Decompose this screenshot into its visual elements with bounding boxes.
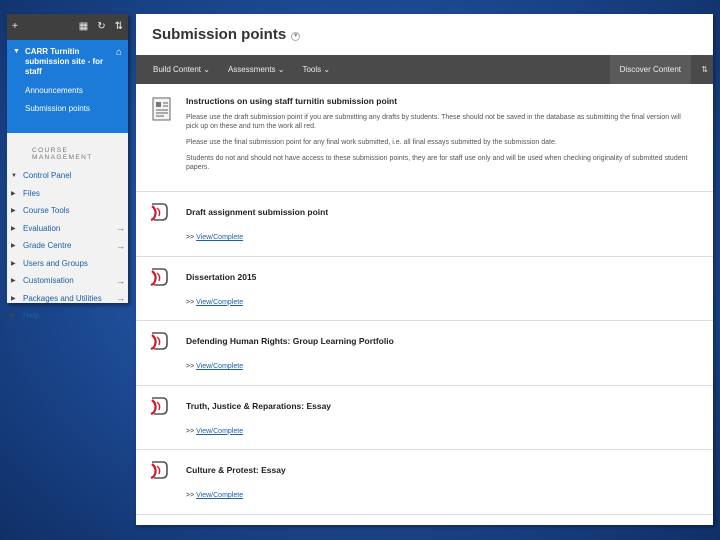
assignment-title[interactable]: Dissertation 2015 xyxy=(186,272,693,282)
assignment-title[interactable]: Truth, Justice & Reparations: Essay xyxy=(186,401,693,411)
caret-right-icon: ▶ xyxy=(11,243,16,250)
view-complete-row: >> View/Complete xyxy=(186,363,693,370)
item-title[interactable]: Instructions on using staff turnitin sub… xyxy=(186,96,693,106)
view-complete-row: >> View/Complete xyxy=(186,234,693,241)
item-description: Please use the final submission point fo… xyxy=(186,139,557,146)
assignment-list: Draft assignment submission point >> View… xyxy=(136,192,713,515)
assignment-title[interactable]: Culture & Protest: Essay xyxy=(186,465,693,475)
view-complete-row: >> View/Complete xyxy=(186,492,693,499)
page-title: Submission points xyxy=(152,26,287,43)
sort-icon[interactable]: ⇅ xyxy=(115,22,123,32)
caret-down-icon[interactable]: ▼ xyxy=(13,48,20,55)
home-icon[interactable]: ⌂ xyxy=(116,47,122,58)
assignment-title[interactable]: Defending Human Rights: Group Learning P… xyxy=(186,336,693,346)
sidebar-item-label: Evaluation xyxy=(23,223,61,233)
turnitin-icon xyxy=(150,267,168,286)
link-prefix: >> xyxy=(186,298,195,306)
view-complete-row: >> View/Complete xyxy=(186,299,693,306)
content-item: Instructions on using staff turnitin sub… xyxy=(136,84,713,192)
chevron-down-icon[interactable]: ▼ xyxy=(291,31,301,41)
arrow-right-icon: → xyxy=(116,240,125,251)
course-menu: + ▦ ↻ ⇅ ▼ CARR Turnitin submission site … xyxy=(7,14,128,320)
sidebar-item-label: Course Tools xyxy=(23,206,70,216)
tools-menu[interactable]: Tools ⌄ xyxy=(302,65,330,74)
assessments-menu[interactable]: Assessments ⌄ xyxy=(228,65,285,74)
document-icon xyxy=(152,97,171,121)
turnitin-icon xyxy=(150,461,168,480)
sidebar-item-label: Customisation xyxy=(23,276,74,286)
caret-right-icon: ▶ xyxy=(11,190,16,197)
link-prefix: >> xyxy=(186,234,195,241)
sidebar-item-help[interactable]: ▶ Help xyxy=(7,307,128,325)
caret-right-icon: ▶ xyxy=(11,313,16,320)
menu-link-announcements[interactable]: Announcements xyxy=(25,86,122,95)
arrow-right-icon: → xyxy=(116,223,125,234)
caret-down-icon: ▼ xyxy=(11,172,17,179)
caret-right-icon: ▶ xyxy=(11,208,16,215)
build-content-menu[interactable]: Build Content ⌄ xyxy=(153,65,210,74)
item-description: Please use the draft submission point if… xyxy=(186,114,681,130)
sidebar-item-label: Users and Groups xyxy=(23,258,88,268)
caret-right-icon: ▶ xyxy=(11,225,16,232)
action-bar: Build Content ⌄ Assessments ⌄ Tools ⌄ Di… xyxy=(136,55,713,84)
sidebar-item-files[interactable]: ▶ Files xyxy=(7,185,128,203)
arrow-right-icon: → xyxy=(116,293,125,304)
sidebar-item-label: Grade Centre xyxy=(23,241,72,251)
sidebar-item-evaluation[interactable]: ▶ Evaluation → xyxy=(7,220,128,238)
arrow-right-icon: → xyxy=(116,275,125,286)
caret-right-icon: ▶ xyxy=(11,295,16,302)
chevron-down-icon: ⌄ xyxy=(277,65,285,74)
view-complete-link[interactable]: View/Complete xyxy=(196,234,243,241)
menu-link-submission-points[interactable]: Submission points xyxy=(25,104,122,113)
assignment-item: Draft assignment submission point >> View… xyxy=(136,192,713,257)
link-prefix: >> xyxy=(186,427,195,435)
sidebar-item-grade-centre[interactable]: ▶ Grade Centre → xyxy=(7,237,128,255)
menu-toolbar: + ▦ ↻ ⇅ xyxy=(7,14,128,40)
assignment-title[interactable]: Draft assignment submission point xyxy=(186,207,693,217)
caret-right-icon: ▶ xyxy=(11,260,16,267)
content-list: Instructions on using staff turnitin sub… xyxy=(136,84,713,515)
sort-icon[interactable]: ⇅ xyxy=(701,65,708,74)
refresh-icon[interactable]: ↻ xyxy=(97,22,105,32)
turnitin-icon xyxy=(150,396,168,415)
link-prefix: >> xyxy=(186,492,195,499)
main-content: Submission points ▼ Build Content ⌄ Asse… xyxy=(136,14,713,525)
folder-icon[interactable]: ▦ xyxy=(79,22,88,32)
view-complete-link[interactable]: View/Complete xyxy=(196,363,243,370)
assignment-item: Truth, Justice & Reparations: Essay >> Vi… xyxy=(136,386,713,450)
control-panel-nav: ▼ Control Panel ▶ Files ▶ Course Tools ▶ Evalua… xyxy=(7,167,128,325)
assignment-item: Dissertation 2015 >> View/Complete xyxy=(136,257,713,321)
course-box: ▼ CARR Turnitin submission site - for st… xyxy=(7,40,128,133)
sidebar-item-label: Files xyxy=(23,188,40,198)
assignment-item: Defending Human Rights: Group Learning P… xyxy=(136,321,713,386)
sidebar-item-course-tools[interactable]: ▶ Course Tools xyxy=(7,202,128,220)
caret-right-icon: ▶ xyxy=(11,278,16,285)
view-complete-link[interactable]: View/Complete xyxy=(196,492,243,499)
link-prefix: >> xyxy=(186,363,195,370)
plus-icon[interactable]: + xyxy=(12,22,18,32)
chevron-down-icon: ⌄ xyxy=(323,65,331,74)
view-complete-link[interactable]: View/Complete xyxy=(196,299,243,306)
chevron-down-icon: ⌄ xyxy=(203,65,210,74)
discover-content-button[interactable]: Discover Content xyxy=(609,55,691,84)
course-title[interactable]: CARR Turnitin submission site - for staf… xyxy=(25,47,114,77)
sidebar-item-label: Control Panel xyxy=(23,171,72,181)
turnitin-icon xyxy=(150,332,168,351)
sidebar-item-customisation[interactable]: ▶ Customisation → xyxy=(7,272,128,290)
view-complete-link[interactable]: View/Complete xyxy=(196,428,243,435)
course-management-label: COURSE MANAGEMENT xyxy=(32,147,93,161)
item-description: Students do not and should not have acce… xyxy=(186,155,688,171)
assignment-item: Culture & Protest: Essay >> View/Complete xyxy=(136,450,713,515)
page-header: Submission points ▼ xyxy=(136,14,713,55)
sidebar-item-control-panel[interactable]: ▼ Control Panel xyxy=(7,167,128,185)
turnitin-icon xyxy=(150,203,168,222)
view-complete-row: >> View/Complete xyxy=(186,428,693,435)
sidebar-item-packages-and-utilities[interactable]: ▶ Packages and Utilities → xyxy=(7,290,128,308)
sidebar-item-users-and-groups[interactable]: ▶ Users and Groups xyxy=(7,255,128,273)
sidebar-item-label: Packages and Utilities xyxy=(23,293,102,303)
sidebar-item-label: Help xyxy=(23,311,40,321)
